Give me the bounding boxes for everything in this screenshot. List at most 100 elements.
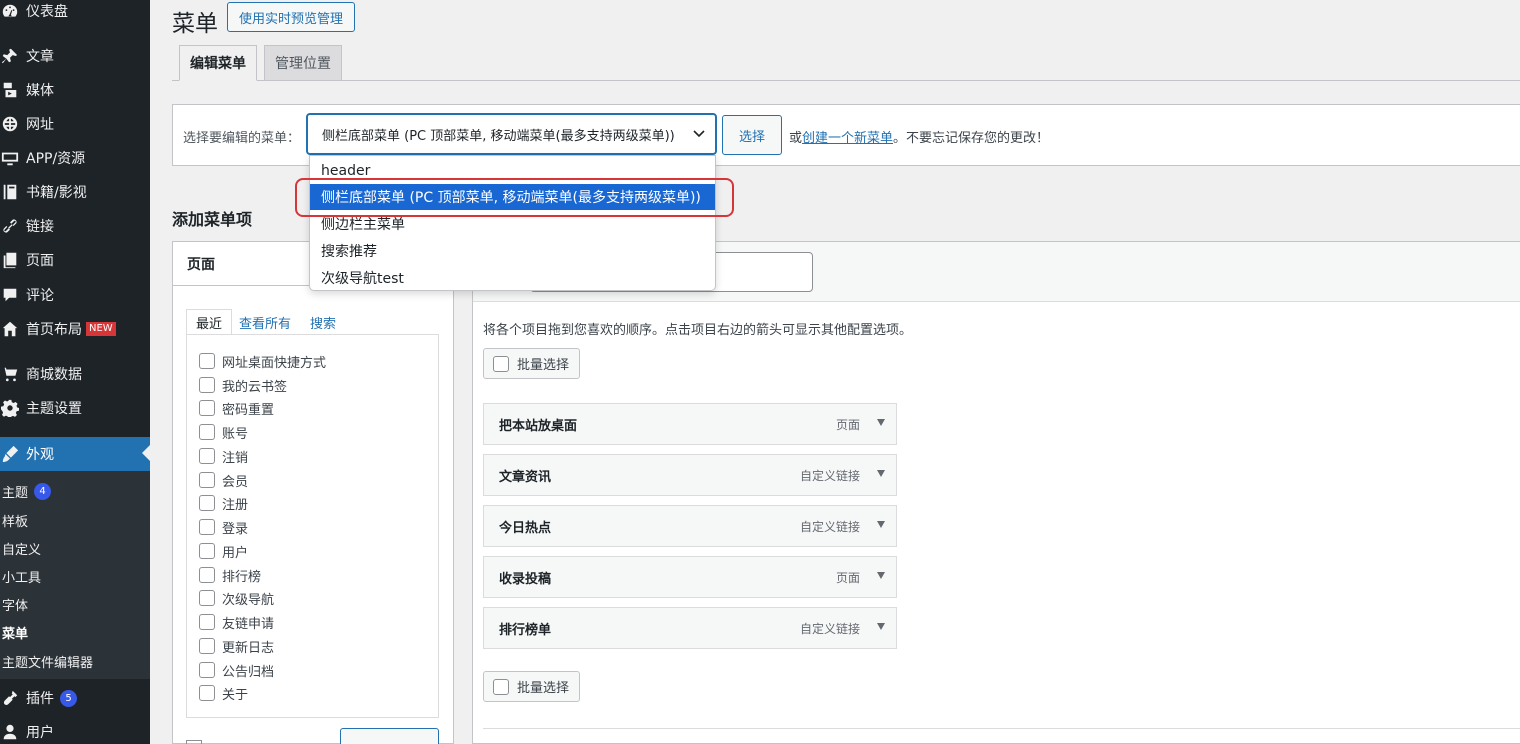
page-checkbox-row[interactable]: 次级导航: [199, 588, 274, 608]
pages-box-title[interactable]: 页面: [187, 254, 215, 274]
menu-item[interactable]: 排行榜单 自定义链接: [483, 607, 897, 649]
select-all-checkbox[interactable]: [186, 740, 202, 744]
media-icon: [0, 80, 20, 100]
submenu-item-widgets[interactable]: 小工具: [2, 564, 41, 588]
submenu-item-menus[interactable]: 菜单: [2, 620, 28, 644]
dropdown-option[interactable]: 次级导航test: [310, 265, 715, 291]
checkbox[interactable]: [199, 495, 215, 511]
tab-manage-locations[interactable]: 管理位置: [264, 45, 342, 81]
sidebar-item-appearance[interactable]: 外观: [0, 437, 150, 471]
live-preview-button[interactable]: 使用实时预览管理: [227, 2, 356, 32]
page-checkbox-row[interactable]: 更新日志: [199, 636, 274, 656]
expand-arrow-icon[interactable]: [877, 521, 885, 528]
sidebar-item-books[interactable]: 书籍/影视: [0, 176, 150, 208]
sidebar-item-pages[interactable]: 页面: [0, 244, 150, 276]
page-checkbox-row[interactable]: 登录: [199, 517, 248, 537]
sidebar-item-theme-settings[interactable]: 主题设置: [0, 392, 150, 424]
submenu-item-patterns[interactable]: 样板: [2, 508, 28, 532]
checkbox[interactable]: [199, 472, 215, 488]
sidebar-item-label: 外观: [26, 447, 54, 463]
expand-arrow-icon[interactable]: [877, 572, 885, 579]
checkbox[interactable]: [199, 685, 215, 701]
checkbox: [493, 678, 509, 695]
sidebar-item-media[interactable]: 媒体: [0, 74, 150, 106]
globe-icon: [0, 114, 20, 134]
sidebar-item-links[interactable]: 链接: [0, 210, 150, 242]
page-checkbox-row[interactable]: 注册: [199, 493, 248, 513]
menu-item[interactable]: 今日热点 自定义链接: [483, 505, 897, 547]
comment-icon: [0, 285, 20, 305]
page-checkbox-row[interactable]: 账号: [199, 422, 248, 442]
menu-select-dropdown[interactable]: 侧栏底部菜单 (PC 顶部菜单, 移动端菜单(最多支持两级菜单)): [306, 113, 717, 155]
tab-most-recent[interactable]: 最近: [186, 309, 233, 335]
sidebar-item-shop-data[interactable]: 商城数据: [0, 358, 150, 390]
create-new-menu-link[interactable]: 创建一个新菜单: [802, 131, 893, 146]
dropdown-option[interactable]: 搜索推荐: [310, 238, 715, 264]
sidebar-item-comments[interactable]: 评论: [0, 279, 150, 311]
menu-item[interactable]: 把本站放桌面 页面: [483, 403, 897, 445]
menu-item-type: 页面: [835, 570, 860, 585]
menu-item[interactable]: 文章资讯 自定义链接: [483, 454, 897, 496]
gear-icon: [0, 398, 20, 418]
checkbox[interactable]: [199, 353, 215, 369]
create-menu-hint: 或创建一个新菜单。不要忘记保存您的更改！: [789, 131, 1050, 146]
submenu-item-themes[interactable]: 主题 4: [2, 479, 52, 503]
checkbox[interactable]: [199, 377, 215, 393]
sidebar-item-posts[interactable]: 文章: [0, 40, 150, 72]
checkbox[interactable]: [199, 567, 215, 583]
page-checkbox-row[interactable]: 关于: [199, 683, 248, 703]
page-checkbox-row[interactable]: 排行榜: [199, 565, 261, 585]
sidebar-item-label: 链接: [26, 219, 54, 235]
page-checkbox-row[interactable]: 友链申请: [199, 612, 274, 632]
checkbox[interactable]: [199, 590, 215, 606]
sidebar-item-plugins[interactable]: 插件 5: [0, 682, 150, 714]
sidebar-item-home-layout[interactable]: 首页布局 NEW: [0, 313, 150, 345]
bulk-select-button-bottom[interactable]: 批量选择: [483, 671, 580, 702]
tabs-divider: [172, 80, 1520, 81]
appearance-submenu: 主题 4 样板 自定义 小工具 字体 菜单 主题文件编辑器: [0, 471, 150, 679]
checkbox[interactable]: [199, 614, 215, 630]
sidebar-item-sites[interactable]: 网址: [0, 108, 150, 140]
expand-arrow-icon[interactable]: [877, 623, 885, 630]
submenu-item-fonts[interactable]: 字体: [2, 592, 28, 616]
sidebar-item-dashboard[interactable]: 仪表盘: [0, 0, 150, 27]
expand-arrow-icon[interactable]: [877, 419, 885, 426]
expand-arrow-icon[interactable]: [877, 470, 885, 477]
select-menu-button[interactable]: 选择: [722, 115, 782, 155]
add-to-menu-button[interactable]: [340, 728, 439, 744]
sidebar-item-label: 评论: [26, 288, 54, 304]
sidebar-item-apps[interactable]: APP/资源: [0, 142, 150, 174]
page-checkbox-row[interactable]: 会员: [199, 470, 248, 490]
page-checkbox-row[interactable]: 密码重置: [199, 398, 274, 418]
menu-item[interactable]: 收录投稿 页面: [483, 556, 897, 598]
dropdown-option-selected[interactable]: 侧栏底部菜单 (PC 顶部菜单, 移动端菜单(最多支持两级菜单)): [310, 184, 715, 210]
sidebar-item-users[interactable]: 用户: [0, 716, 150, 744]
tab-edit-menus[interactable]: 编辑菜单: [179, 45, 257, 81]
page-checkbox-row[interactable]: 注销: [199, 446, 248, 466]
page-checkbox-row[interactable]: 网址桌面快捷方式: [199, 351, 326, 371]
bulk-select-button[interactable]: 批量选择: [483, 348, 580, 379]
menu-item-title: 把本站放桌面: [499, 418, 578, 434]
drag-instructions: 将各个项目拖到您喜欢的顺序。点击项目右边的箭头可显示其他配置选项。: [483, 323, 913, 338]
page-checkbox-row[interactable]: 公告归档: [199, 660, 274, 680]
dropdown-option[interactable]: header: [310, 158, 715, 184]
menu-item-title: 今日热点: [499, 520, 552, 536]
submenu-item-theme-editor[interactable]: 主题文件编辑器: [2, 649, 93, 673]
monitor-icon: [0, 148, 20, 168]
checkbox[interactable]: [199, 424, 215, 440]
tab-search[interactable]: 搜索: [301, 309, 345, 335]
checkbox[interactable]: [199, 448, 215, 464]
page-checkbox-row[interactable]: 用户: [199, 541, 248, 561]
checkbox: [493, 355, 509, 372]
checkbox[interactable]: [199, 638, 215, 654]
checkbox[interactable]: [199, 543, 215, 559]
tab-view-all[interactable]: 查看所有: [230, 309, 300, 335]
checkbox[interactable]: [199, 400, 215, 416]
sidebar-item-label: 书籍/影视: [26, 185, 87, 201]
menu-item-type: 自定义链接: [799, 621, 860, 636]
page-checkbox-row[interactable]: 我的云书签: [199, 375, 287, 395]
submenu-item-customize[interactable]: 自定义: [2, 536, 41, 560]
checkbox[interactable]: [199, 662, 215, 678]
dropdown-option[interactable]: 侧边栏主菜单: [310, 211, 715, 237]
checkbox[interactable]: [199, 519, 215, 535]
